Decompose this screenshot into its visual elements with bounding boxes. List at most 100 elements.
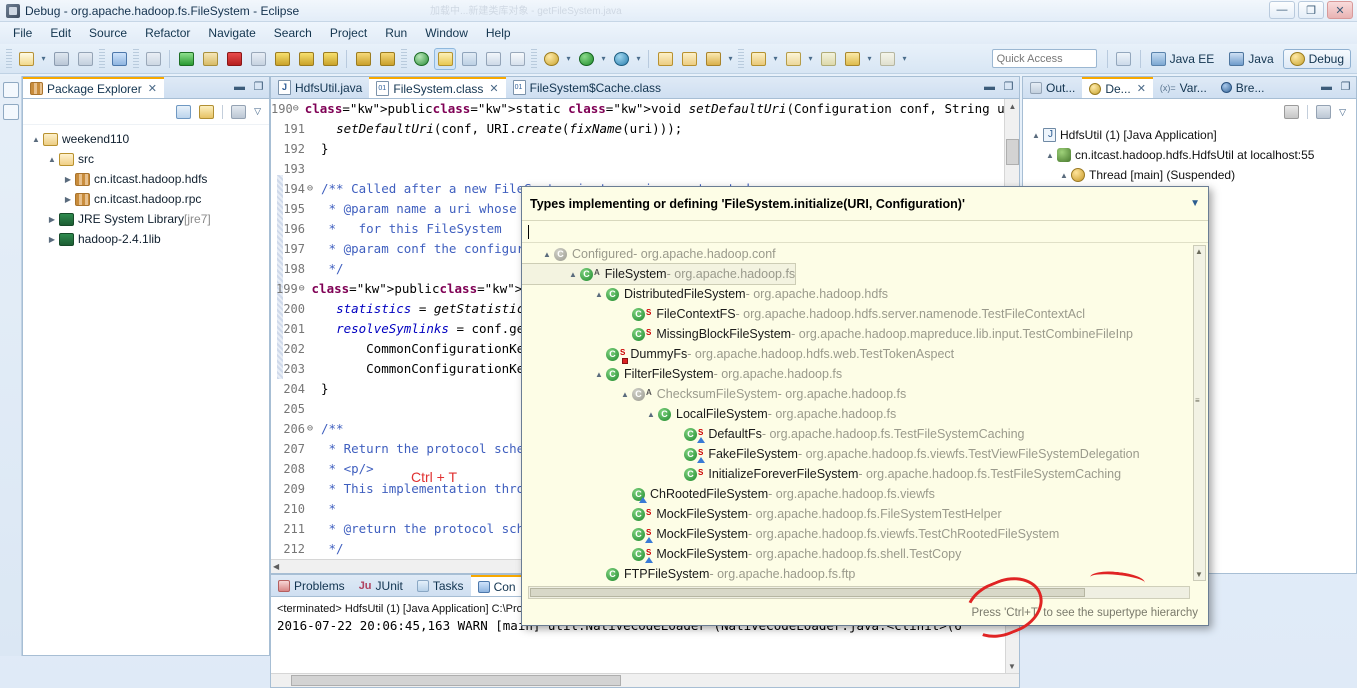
hierarchy-item[interactable]: ▲ C Configured - org.apache.hadoop.conf — [522, 244, 1208, 264]
expanded-arrow-icon[interactable]: ▲ — [1029, 131, 1043, 140]
minimize-button[interactable]: — — [1269, 1, 1295, 19]
menu-refactor[interactable]: Refactor — [136, 24, 199, 42]
tab-console[interactable]: Con — [470, 575, 523, 596]
hierarchy-item[interactable]: C S FakeFileSystem - org.apache.hadoop.fs.… — [522, 444, 1208, 464]
collapsed-arrow-icon[interactable]: ▶ — [45, 235, 59, 244]
hierarchy-item[interactable]: C S InitializeForeverFileSystem - org.apac… — [522, 464, 1208, 484]
fold-marker[interactable] — [305, 319, 315, 339]
menu-help[interactable]: Help — [477, 24, 520, 42]
new-package-dropdown-icon[interactable]: ▾ — [770, 48, 781, 70]
run-icon[interactable] — [575, 48, 597, 70]
expanded-arrow-icon[interactable]: ▲ — [592, 290, 606, 299]
view-menu-icon[interactable]: ▽ — [1339, 107, 1346, 118]
menu-project[interactable]: Project — [321, 24, 376, 42]
maximize-icon[interactable]: ❐ — [1339, 80, 1352, 93]
highlight-icon[interactable] — [434, 47, 456, 70]
open-type-icon[interactable] — [458, 48, 480, 70]
fold-marker[interactable] — [305, 199, 315, 219]
package-explorer-tree[interactable]: ▲ weekend110 ▲ src ▶ cn.itcast.hadoop.hdfs ▶ cn… — [23, 125, 269, 253]
expanded-arrow-icon[interactable]: ▲ — [566, 270, 580, 279]
scroll-down-icon[interactable]: ▼ — [1008, 662, 1016, 671]
back-history-icon[interactable] — [841, 48, 863, 70]
editor-scroll-thumb[interactable] — [1006, 139, 1019, 165]
run-last-dropdown-icon[interactable]: ▾ — [633, 48, 644, 70]
console-horizontal-scrollbar[interactable] — [271, 673, 1019, 687]
maximize-icon[interactable]: ❐ — [1002, 80, 1015, 93]
debug-dropdown-icon[interactable]: ▾ — [563, 48, 574, 70]
tab-hdfsutil-java[interactable]: HdfsUtil.java — [271, 77, 369, 98]
new-wizard-icon[interactable] — [15, 48, 37, 70]
code-line[interactable]: 193 — [271, 159, 1019, 179]
popup-hscroll-thumb[interactable] — [530, 588, 1085, 597]
open-resource-icon[interactable] — [654, 48, 676, 70]
fold-marker[interactable] — [305, 339, 315, 359]
scroll-up-icon[interactable]: ▲ — [1195, 247, 1203, 256]
maximize-icon[interactable]: ❐ — [252, 80, 265, 93]
tab-breakpoints[interactable]: Bre... — [1214, 77, 1272, 98]
open-perspective-icon[interactable] — [1113, 48, 1135, 70]
fold-marker[interactable] — [305, 499, 315, 519]
minimized-view-icon[interactable] — [2, 104, 19, 120]
tab-problems[interactable]: Problems — [271, 575, 352, 596]
pilcrow-icon[interactable] — [506, 48, 528, 70]
menu-source[interactable]: Source — [80, 24, 136, 42]
toolbar-gripper-2[interactable] — [99, 48, 105, 69]
fold-marker[interactable] — [305, 299, 315, 319]
toolbar-gripper-3[interactable] — [133, 48, 139, 69]
new-java-package-icon[interactable] — [747, 48, 769, 70]
collapse-all-icon[interactable] — [176, 104, 192, 119]
maximize-button[interactable]: ❐ — [1298, 1, 1324, 19]
run-dropdown-icon[interactable]: ▾ — [598, 48, 609, 70]
debug-tree-item[interactable]: ▲ HdfsUtil (1) [Java Application] — [1023, 125, 1356, 145]
back-dropdown-icon[interactable]: ▾ — [864, 48, 875, 70]
hierarchy-item[interactable]: ▲ C LocalFileSystem - org.apache.hadoop.fs — [522, 404, 1208, 424]
tab-filesystem-class[interactable]: FileSystem.class ✕ — [369, 77, 506, 98]
menu-window[interactable]: Window — [416, 24, 477, 42]
debug-perspective-icon[interactable] — [540, 48, 562, 70]
view-menu-icon[interactable]: ▽ — [254, 106, 261, 117]
popup-horizontal-scrollbar[interactable] — [528, 586, 1190, 599]
previous-annotation-icon[interactable] — [376, 48, 398, 70]
save-all-icon[interactable] — [74, 48, 96, 70]
perspective-java-ee[interactable]: Java EE — [1145, 50, 1221, 68]
fold-marker[interactable]: ⊖ — [298, 279, 306, 299]
expanded-arrow-icon[interactable]: ▲ — [618, 390, 632, 399]
expanded-arrow-icon[interactable]: ▲ — [1043, 151, 1057, 160]
fold-marker[interactable] — [305, 159, 315, 179]
expanded-arrow-icon[interactable]: ▲ — [592, 370, 606, 379]
fold-marker[interactable] — [305, 399, 315, 419]
quick-access-input[interactable]: Quick Access — [991, 49, 1097, 68]
tree-item[interactable]: ▲ weekend110 — [23, 129, 269, 149]
hierarchy-item[interactable]: C S DummyFs - org.apache.hadoop.hdfs.web.T… — [522, 344, 1208, 364]
fold-marker[interactable] — [305, 219, 315, 239]
tree-item[interactable]: ▲ src — [23, 149, 269, 169]
expanded-arrow-icon[interactable]: ▲ — [644, 410, 658, 419]
perspective-debug[interactable]: Debug — [1282, 48, 1351, 69]
minimize-icon[interactable]: ▬ — [233, 80, 246, 93]
fold-marker[interactable]: ⊖ — [305, 179, 315, 199]
fold-marker[interactable] — [305, 139, 315, 159]
fold-marker[interactable] — [305, 459, 315, 479]
close-icon[interactable]: ✕ — [148, 82, 157, 95]
step-into-icon[interactable] — [271, 48, 293, 70]
run-last-icon[interactable] — [610, 48, 632, 70]
view-menu-grid-icon[interactable] — [231, 104, 247, 119]
fold-marker[interactable] — [305, 539, 315, 559]
search-icon[interactable] — [410, 48, 432, 70]
scroll-down-icon[interactable]: ▼ — [1195, 570, 1203, 579]
tab-outline[interactable]: Out... — [1023, 77, 1082, 98]
scroll-left-icon[interactable]: ◀ — [273, 562, 279, 571]
tab-debug[interactable]: De... ✕ — [1082, 77, 1153, 98]
close-icon[interactable]: ✕ — [489, 82, 498, 95]
fold-marker[interactable] — [305, 359, 315, 379]
fold-marker[interactable] — [305, 439, 315, 459]
view-menu-grid-icon[interactable] — [1316, 105, 1332, 119]
fold-marker[interactable] — [305, 119, 315, 139]
code-line[interactable]: 191 setDefaultUri(conf, URI.create(fixNa… — [271, 119, 1019, 139]
new-class-icon[interactable] — [782, 48, 804, 70]
next-annotation-icon[interactable] — [352, 48, 374, 70]
hierarchy-item[interactable]: ▲ C DistributedFileSystem - org.apache.had… — [522, 284, 1208, 304]
restore-view-icon[interactable] — [2, 82, 19, 98]
save-icon[interactable] — [50, 48, 72, 70]
popup-filter-input[interactable] — [522, 221, 1208, 243]
